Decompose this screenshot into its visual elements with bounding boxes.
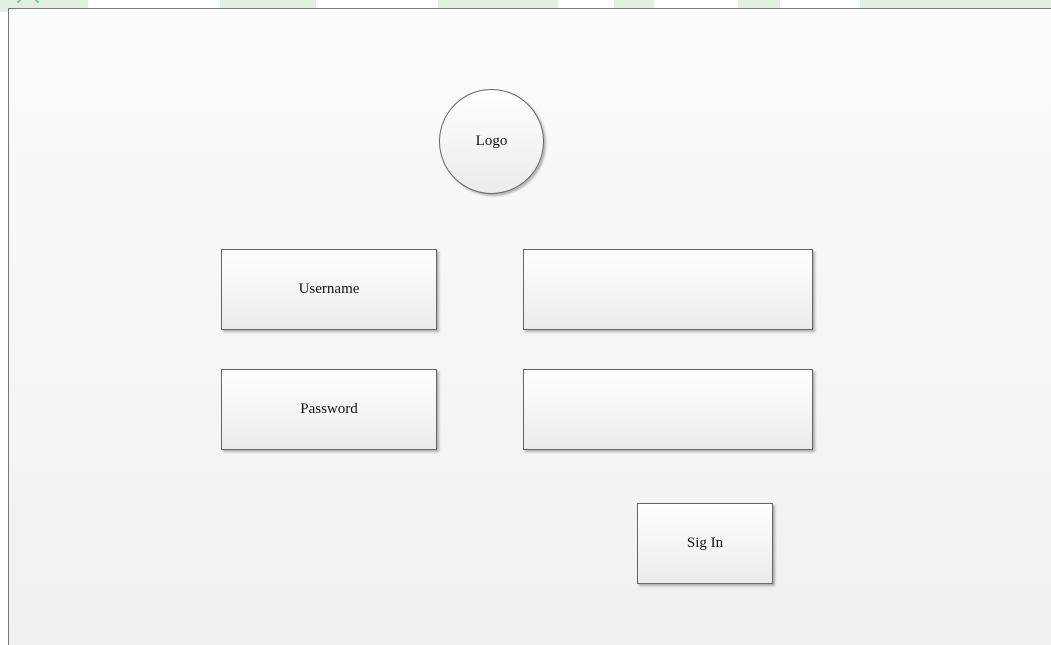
username-label: Username [298, 281, 360, 297]
logo-circle: Logo [439, 89, 544, 194]
sign-in-button[interactable]: Sig In [637, 503, 773, 584]
sign-in-label: Sig In [686, 535, 724, 551]
wireframe-canvas: Logo Username Password Sig In [0, 0, 1051, 645]
password-label-box: Password [221, 369, 437, 450]
username-input[interactable] [523, 249, 813, 330]
logo-label: Logo [475, 133, 508, 149]
password-label: Password [300, 401, 358, 417]
username-label-box: Username [221, 249, 437, 330]
password-input[interactable] [523, 369, 813, 450]
